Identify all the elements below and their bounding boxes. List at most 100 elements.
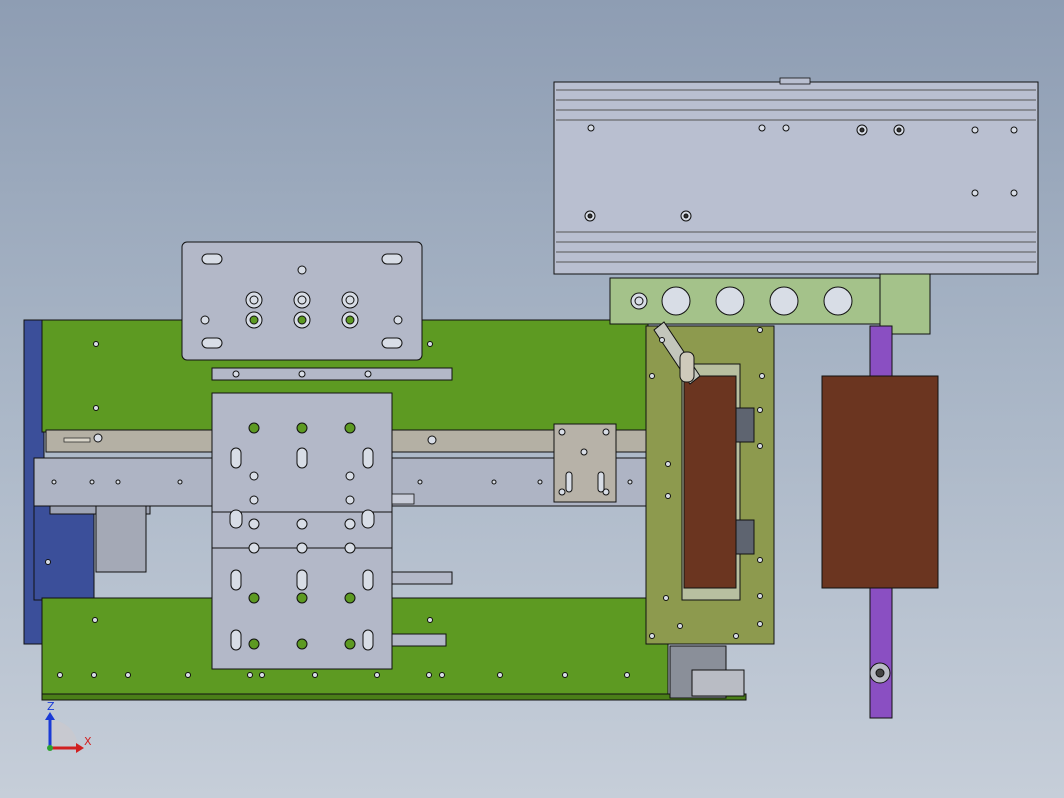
mount-hole [312, 672, 318, 678]
mount-hole [393, 315, 403, 325]
brown-block-right [821, 375, 939, 589]
top-plate-slot [381, 253, 403, 265]
clamp-block-2 [735, 519, 755, 555]
mount-hole [249, 295, 259, 305]
rail-slot [63, 437, 91, 443]
mount-hole [248, 518, 260, 530]
mount-hole [89, 479, 95, 485]
mount-hole [298, 370, 306, 378]
mount-hole [661, 286, 691, 316]
mount-hole [1010, 189, 1018, 197]
grey-block-left [95, 505, 147, 573]
x-axis-arrow [76, 743, 84, 753]
mount-hole [248, 592, 260, 604]
mount-hole [417, 479, 423, 485]
mount-hole [345, 471, 355, 481]
mount-hole [665, 493, 671, 499]
mount-hole [232, 370, 240, 378]
top-plate-slot [201, 253, 223, 265]
mount-hole [344, 638, 356, 650]
mount-hole [364, 370, 372, 378]
assembly-drawing[interactable]: Z X [0, 0, 1064, 798]
mount-hole [259, 672, 265, 678]
carriage-slot [361, 509, 375, 529]
mount-hole [93, 433, 103, 443]
carriage-slot [296, 447, 308, 469]
mount-hole [125, 672, 131, 678]
carriage-slot [362, 569, 374, 591]
mount-hole [439, 672, 445, 678]
pale-green-tab [879, 273, 931, 335]
mount-hole [345, 295, 355, 305]
carriage-slot [230, 447, 242, 469]
mount-hole [296, 592, 308, 604]
actuator-housing [553, 81, 1039, 275]
mount-hole [677, 623, 683, 629]
bracket-slot [565, 471, 573, 493]
mount-hole [562, 672, 568, 678]
mount-hole [683, 213, 689, 219]
mount-hole [185, 672, 191, 678]
mount-hole [249, 315, 259, 325]
mount-hole [93, 341, 99, 347]
mount-hole [249, 495, 259, 505]
side-tab-2 [391, 633, 447, 647]
mount-hole [665, 461, 671, 467]
mount-hole [249, 471, 259, 481]
bracket-slot [597, 471, 605, 493]
mount-hole [427, 617, 433, 623]
mount-hole [45, 559, 51, 565]
mount-hole [248, 422, 260, 434]
clamp-block-1 [735, 407, 755, 443]
mount-hole [733, 633, 739, 639]
link-pin [679, 351, 695, 383]
x-axis-label: X [84, 735, 92, 748]
mount-hole [297, 315, 307, 325]
mount-hole [92, 617, 98, 623]
mount-hole [200, 315, 210, 325]
mount-hole [427, 435, 437, 445]
mount-hole [248, 542, 260, 554]
mount-hole [659, 337, 665, 343]
carriage-slot [230, 629, 242, 651]
mount-hole [624, 672, 630, 678]
mount-hole [374, 672, 380, 678]
triad-quarter-disc [50, 720, 78, 748]
mount-hole [296, 638, 308, 650]
mount-hole [859, 127, 865, 133]
mount-hole [344, 422, 356, 434]
mount-hole [634, 296, 644, 306]
mount-hole [427, 341, 433, 347]
mount-hole [345, 495, 355, 505]
cad-viewport[interactable]: Z X [0, 0, 1064, 798]
mount-hole [296, 422, 308, 434]
mount-hole [247, 672, 253, 678]
coordinate-triad: Z X [45, 700, 92, 753]
mount-hole [823, 286, 853, 316]
mount-hole [248, 638, 260, 650]
carriage-slot [362, 447, 374, 469]
mount-hole [649, 373, 655, 379]
mount-hole [587, 213, 593, 219]
brown-roller-left [683, 375, 737, 589]
mount-hole [580, 448, 588, 456]
mount-hole [758, 124, 766, 132]
mount-hole [297, 295, 307, 305]
mount-hole [497, 672, 503, 678]
mount-hole [491, 479, 497, 485]
mount-hole [587, 124, 595, 132]
mount-hole [51, 479, 57, 485]
mount-hole [627, 479, 633, 485]
mount-hole [345, 315, 355, 325]
carriage-slot [362, 629, 374, 651]
mount-hole [1010, 126, 1018, 134]
y-axis-dot [47, 745, 53, 751]
mount-hole [971, 126, 979, 134]
blue-frame-inner [33, 499, 95, 601]
mount-hole [91, 672, 97, 678]
mount-hole [757, 557, 763, 563]
mount-hole [757, 407, 763, 413]
mount-hole [177, 479, 183, 485]
lower-grey-foot [691, 669, 745, 697]
mount-hole [757, 327, 763, 333]
